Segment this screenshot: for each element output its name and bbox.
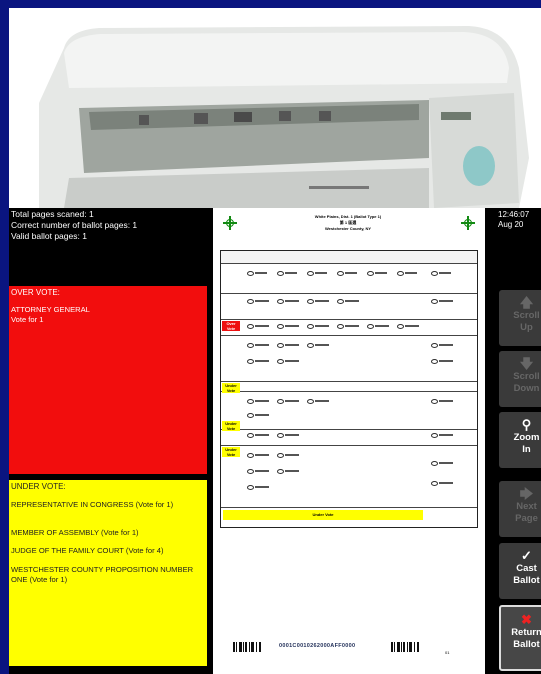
next-page-label-2: Page: [515, 513, 538, 524]
cast-ballot-label: Cast: [516, 563, 537, 574]
barcode-text: 0001C0010262000AFF0000: [279, 643, 356, 649]
ballot-under-vote-label: Under Vote: [222, 383, 240, 393]
arrow-down-icon: 🡇: [519, 356, 534, 371]
ballot-page-number: 01: [445, 650, 450, 655]
next-page-button[interactable]: 🡆 Next Page: [499, 481, 541, 537]
scroll-down-button[interactable]: 🡇 Scroll Down: [499, 351, 541, 407]
ballot-under-vote-label: Under Vote: [222, 447, 240, 457]
clock-date: Aug 20: [498, 220, 524, 229]
scroll-up-label-2: Up: [520, 322, 533, 333]
under-vote-item: REPRESENTATIVE IN CONGRESS (Vote for 1): [11, 500, 174, 509]
zoom-in-button[interactable]: ⚲ Zoom In: [499, 412, 541, 468]
ballot-county: Westchester County, NY: [324, 226, 372, 231]
magnifier-icon: ⚲: [521, 417, 532, 432]
correct-pages-text: Correct number of ballot pages: 1: [11, 220, 138, 230]
under-vote-heading: UNDER VOTE:: [11, 482, 66, 491]
clock-time: 12:46:07: [498, 210, 530, 219]
scanner-photo: [9, 8, 541, 208]
under-vote-item: WESTCHESTER COUNTY PROPOSITION NUMBER ON…: [11, 565, 194, 584]
scroll-up-button[interactable]: 🡅 Scroll Up: [499, 290, 541, 346]
ballot-grid: Over Vote Under Vote Under Vote Under Vo…: [220, 250, 478, 528]
ballot-under-vote-label: Under Vote: [222, 421, 240, 431]
return-ballot-label-2: Ballot: [513, 639, 540, 650]
registration-mark-icon: [223, 216, 237, 230]
under-vote-item: JUDGE OF THE FAMILY COURT (Vote for 4): [11, 546, 164, 555]
under-vote-item: MEMBER OF ASSEMBLY (Vote for 1): [11, 528, 139, 537]
ballot-under-vote-footer: Under Vote: [223, 510, 423, 520]
x-icon: ✖: [521, 612, 532, 627]
zoom-in-label-2: In: [522, 444, 531, 455]
ballot-title: White Plains, Dist. 1 (Ballot Type 1): [314, 214, 382, 219]
arrow-up-icon: 🡅: [519, 295, 534, 310]
over-vote-panel: OVER VOTE: ATTORNEY GENERAL Vote for 1: [9, 286, 207, 474]
total-pages-text: Total pages scaned: 1: [11, 209, 94, 219]
arrow-right-icon: 🡆: [519, 486, 534, 501]
scroll-down-label: Scroll: [513, 371, 540, 382]
return-ballot-button[interactable]: ✖ Return Ballot: [499, 605, 541, 671]
scroll-down-label-2: Down: [513, 383, 540, 394]
ballot-image: White Plains, Dist. 1 (Ballot Type 1) 第 …: [213, 208, 485, 674]
voting-screen: Total pages scaned: 1 Correct number of …: [9, 208, 541, 674]
checkmark-icon: ✓: [521, 548, 532, 563]
over-vote-heading: OVER VOTE:: [11, 288, 60, 297]
return-ballot-label: Return: [511, 627, 541, 638]
valid-pages-text: Valid ballot pages: 1: [11, 231, 87, 241]
clock: 12:46:07 Aug 20: [498, 210, 529, 230]
ballot-over-vote-label: Over Vote: [222, 321, 240, 331]
cast-ballot-label-2: Ballot: [513, 575, 540, 586]
under-vote-panel: UNDER VOTE: REPRESENTATIVE IN CONGRESS (…: [9, 480, 207, 666]
next-page-label: Next: [516, 501, 537, 512]
cast-ballot-button[interactable]: ✓ Cast Ballot: [499, 543, 541, 599]
scroll-up-label: Scroll: [513, 310, 540, 321]
over-vote-item: ATTORNEY GENERAL Vote for 1: [11, 305, 90, 324]
zoom-in-label: Zoom: [513, 432, 540, 443]
registration-mark-icon: [461, 216, 475, 230]
